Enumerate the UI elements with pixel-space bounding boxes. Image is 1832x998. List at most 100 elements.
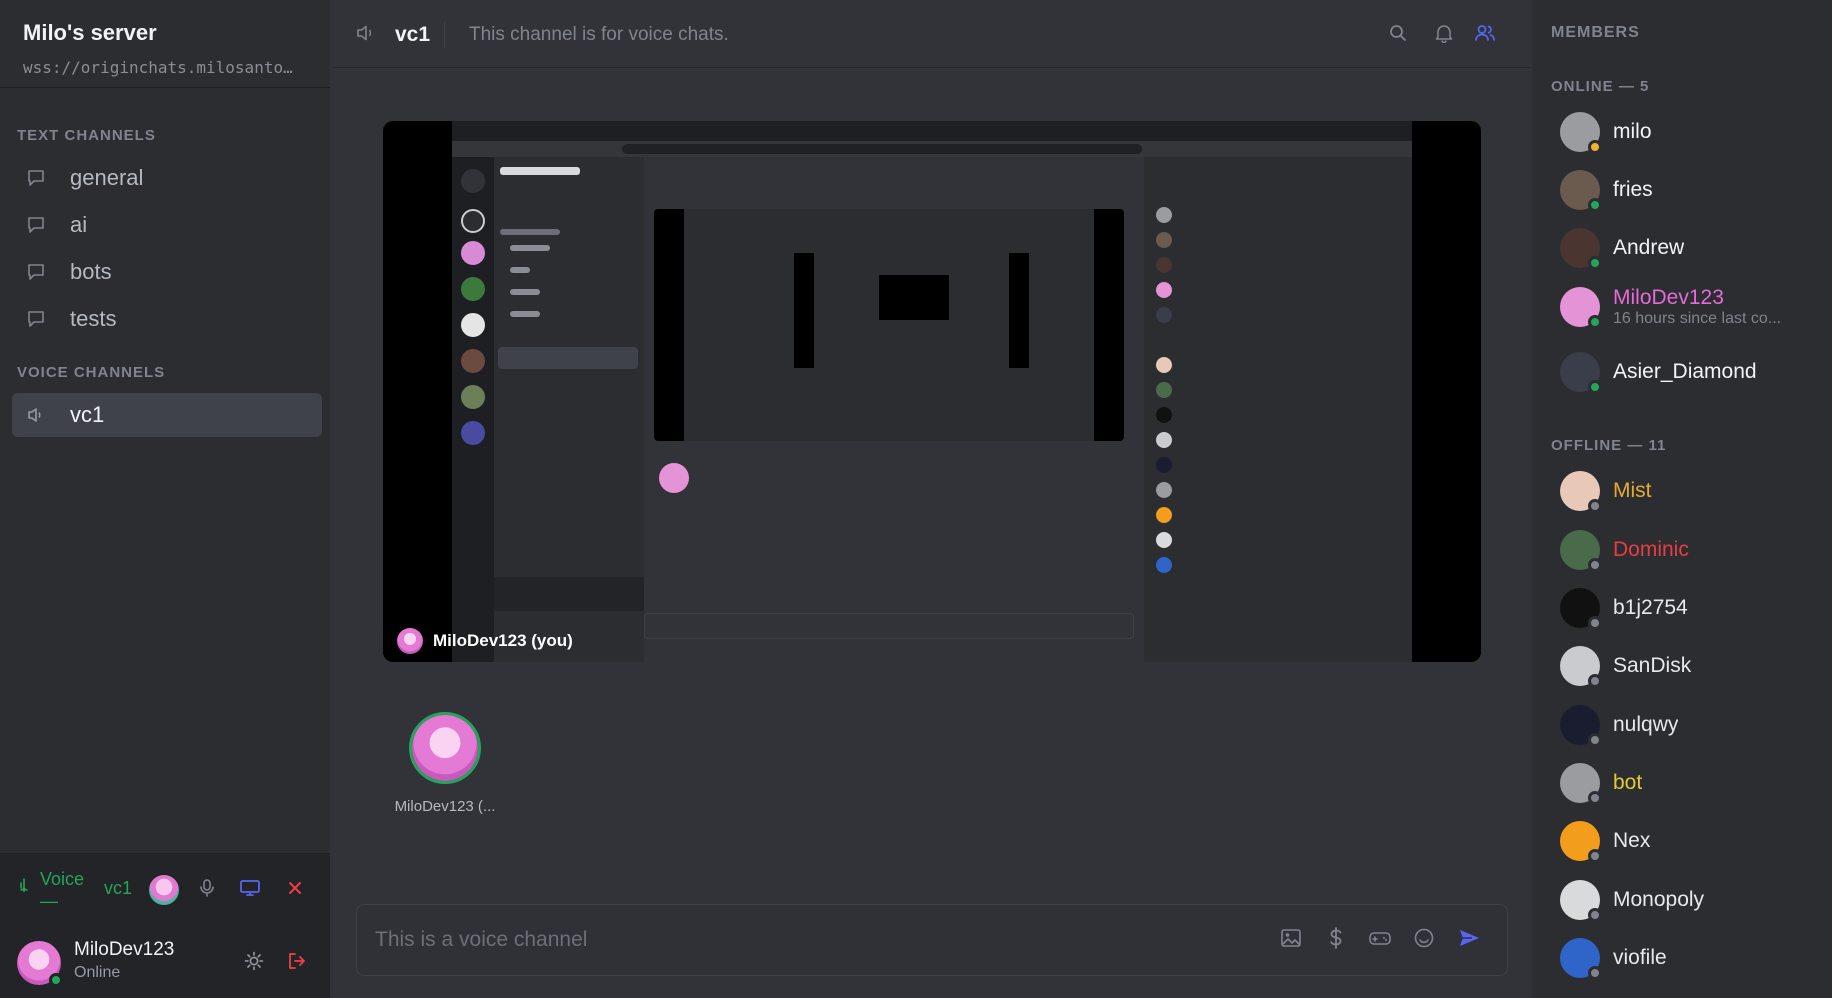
member-sandisk[interactable]: SanDisk xyxy=(1560,644,1820,688)
member-text: Nex xyxy=(1613,829,1650,853)
channel-label: tests xyxy=(70,306,117,331)
microphone-icon xyxy=(198,878,216,903)
user-status: Online xyxy=(74,964,121,981)
idle-status-dot xyxy=(1588,140,1602,154)
user-avatar[interactable] xyxy=(17,941,63,987)
close-icon xyxy=(287,880,303,901)
message-composer xyxy=(356,904,1508,976)
offline-status-dot xyxy=(1588,733,1602,747)
message-input[interactable] xyxy=(375,905,1275,975)
member-dominic[interactable]: Dominic xyxy=(1560,528,1820,572)
member-text: b1j2754 xyxy=(1613,596,1688,620)
chat-bubble-icon xyxy=(26,308,56,330)
monitor-icon xyxy=(239,878,261,903)
member-nulqwy[interactable]: nulqwy xyxy=(1560,703,1820,747)
shared-main-area xyxy=(644,157,1144,662)
channel-topbar: vc1 This channel is for voice chats. xyxy=(331,0,1531,68)
shared-browser-tabbar xyxy=(452,121,1412,141)
member-fries[interactable]: fries xyxy=(1560,168,1820,212)
member-nex[interactable]: Nex xyxy=(1560,819,1820,863)
offline-status-dot xyxy=(1588,966,1602,980)
emoji-button[interactable] xyxy=(1411,927,1437,953)
dollar-icon xyxy=(1328,926,1344,954)
text-channels-header: TEXT CHANNELS xyxy=(17,127,156,144)
chat-bubble-icon xyxy=(26,261,56,283)
channel-sidebar: Milo's server wss://originchats.milosant… xyxy=(0,0,330,998)
members-toggle-button[interactable] xyxy=(1472,22,1498,48)
channel-ai[interactable]: ai xyxy=(12,203,322,247)
member-text: fries xyxy=(1613,178,1653,202)
server-header[interactable]: Milo's server wss://originchats.milosant… xyxy=(0,0,330,88)
member-mist[interactable]: Mist xyxy=(1560,469,1820,513)
member-text: Monopoly xyxy=(1613,888,1704,912)
channel-bots[interactable]: bots xyxy=(12,250,322,294)
search-button[interactable] xyxy=(1385,22,1411,48)
member-b1j2754[interactable]: b1j2754 xyxy=(1560,586,1820,630)
channel-label: ai xyxy=(70,212,88,237)
member-text: MiloDev123 16 hours since last co... xyxy=(1613,286,1803,328)
settings-button[interactable] xyxy=(240,949,268,977)
channel-label: general xyxy=(70,165,144,190)
stage-user-name: MiloDev123 (you) xyxy=(433,631,573,650)
send-button[interactable] xyxy=(1456,927,1482,953)
shared-screen-content xyxy=(452,121,1412,662)
member-avatar xyxy=(1560,228,1602,270)
member-avatar xyxy=(1560,530,1602,572)
attach-image-button[interactable] xyxy=(1278,927,1304,953)
member-monopoly[interactable]: Monopoly xyxy=(1560,878,1820,922)
member-avatar xyxy=(1560,938,1602,980)
member-andrew[interactable]: Andrew xyxy=(1560,226,1820,270)
members-title: MEMBERS xyxy=(1551,24,1640,41)
member-asier-diamond[interactable]: Asier_Diamond xyxy=(1560,350,1820,394)
sun-icon xyxy=(244,951,264,976)
member-milodev123[interactable]: MiloDev123 16 hours since last co... xyxy=(1560,285,1820,329)
member-name: viofile xyxy=(1613,946,1667,969)
member-milo[interactable]: milo xyxy=(1560,110,1820,154)
channel-tests[interactable]: tests xyxy=(12,297,322,341)
notifications-button[interactable] xyxy=(1431,22,1457,48)
member-text: Asier_Diamond xyxy=(1613,360,1757,384)
gif-button[interactable] xyxy=(1367,927,1393,953)
logout-button[interactable] xyxy=(283,949,311,977)
channel-vc1[interactable]: vc1 xyxy=(12,393,322,437)
server-url: wss://originchats.milosanto… xyxy=(23,58,293,77)
channel-general[interactable]: general xyxy=(12,156,322,200)
send-icon xyxy=(1458,928,1480,953)
gamepad-icon xyxy=(1368,929,1392,952)
member-name: SanDisk xyxy=(1613,654,1692,677)
online-status-dot xyxy=(1588,380,1602,394)
online-status-dot xyxy=(1588,198,1602,212)
voice-participant-tile[interactable]: MiloDev123 (... xyxy=(379,712,511,815)
screen-share-stage[interactable]: MiloDev123 (you) xyxy=(383,121,1481,662)
participant-name: MiloDev123 (... xyxy=(394,798,496,815)
online-status-dot xyxy=(1588,256,1602,270)
participant-avatar xyxy=(409,712,481,784)
member-viofile[interactable]: viofile xyxy=(1560,936,1820,980)
member-text: Dominic xyxy=(1613,538,1689,562)
voice-channel-name[interactable]: vc1 xyxy=(104,878,132,899)
speaker-icon xyxy=(26,404,56,426)
offline-group-title: OFFLINE — 11 xyxy=(1551,437,1667,454)
member-avatar xyxy=(1560,352,1602,394)
image-icon xyxy=(1280,928,1302,953)
member-avatar xyxy=(1560,170,1602,212)
shared-member-list xyxy=(1144,157,1412,662)
member-name: nulqwy xyxy=(1613,713,1679,736)
member-avatar xyxy=(1560,112,1602,154)
member-avatar xyxy=(1560,471,1602,513)
member-text: milo xyxy=(1613,120,1652,144)
member-bot[interactable]: bot xyxy=(1560,761,1820,805)
shared-browser-addressbar xyxy=(452,141,1412,157)
stage-user-avatar xyxy=(397,628,423,654)
disconnect-button[interactable] xyxy=(279,874,311,906)
voice-status-label: Voice xyxy=(40,869,85,889)
member-name: fries xyxy=(1613,178,1653,201)
payment-button[interactable] xyxy=(1323,926,1349,954)
user-panel: MiloDev123 Online xyxy=(0,925,330,998)
share-screen-button[interactable] xyxy=(234,874,266,906)
divider xyxy=(444,22,445,48)
member-list: MEMBERS ONLINE — 5 OFFLINE — 11 milo frie… xyxy=(1532,0,1832,998)
mute-mic-button[interactable] xyxy=(191,874,223,906)
member-name: Nex xyxy=(1613,829,1651,852)
online-group-title: ONLINE — 5 xyxy=(1551,78,1650,95)
